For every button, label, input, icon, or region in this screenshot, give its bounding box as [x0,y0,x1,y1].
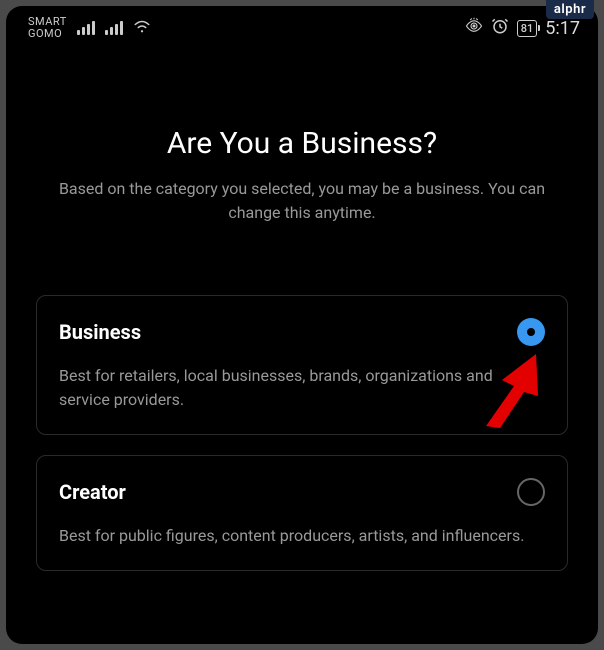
signal-bars-icon [77,21,95,35]
option-desc-creator: Best for public figures, content produce… [59,524,545,548]
status-bar-right: 81 5:17 [465,17,580,39]
page-subtitle: Based on the category you selected, you … [36,177,568,225]
carrier-name: SMART GOMO [28,16,67,40]
carrier-line-2: GOMO [28,28,67,40]
alarm-icon [491,17,509,39]
radio-business[interactable] [517,318,545,346]
option-card-business[interactable]: Business Best for retailers, local busin… [36,295,568,435]
radio-creator[interactable] [517,478,545,506]
option-title-creator: Creator [59,480,126,504]
eye-icon [465,17,483,39]
option-title-business: Business [59,320,141,344]
battery-indicator: 81 [517,20,538,37]
screen-frame: SMART GOMO [6,6,598,644]
signal-bars-icon-2 [105,21,123,35]
main-content: Are You a Business? Based on the categor… [6,46,598,621]
status-bar-left: SMART GOMO [28,16,151,40]
page-title: Are You a Business? [36,126,568,161]
status-bar: SMART GOMO [6,6,598,46]
wifi-icon [133,19,151,37]
option-card-creator[interactable]: Creator Best for public figures, content… [36,455,568,571]
clock-time: 5:17 [545,18,580,39]
battery-level: 81 [521,22,534,35]
option-desc-business: Best for retailers, local businesses, br… [59,364,545,412]
watermark-badge: alphr [546,0,594,19]
